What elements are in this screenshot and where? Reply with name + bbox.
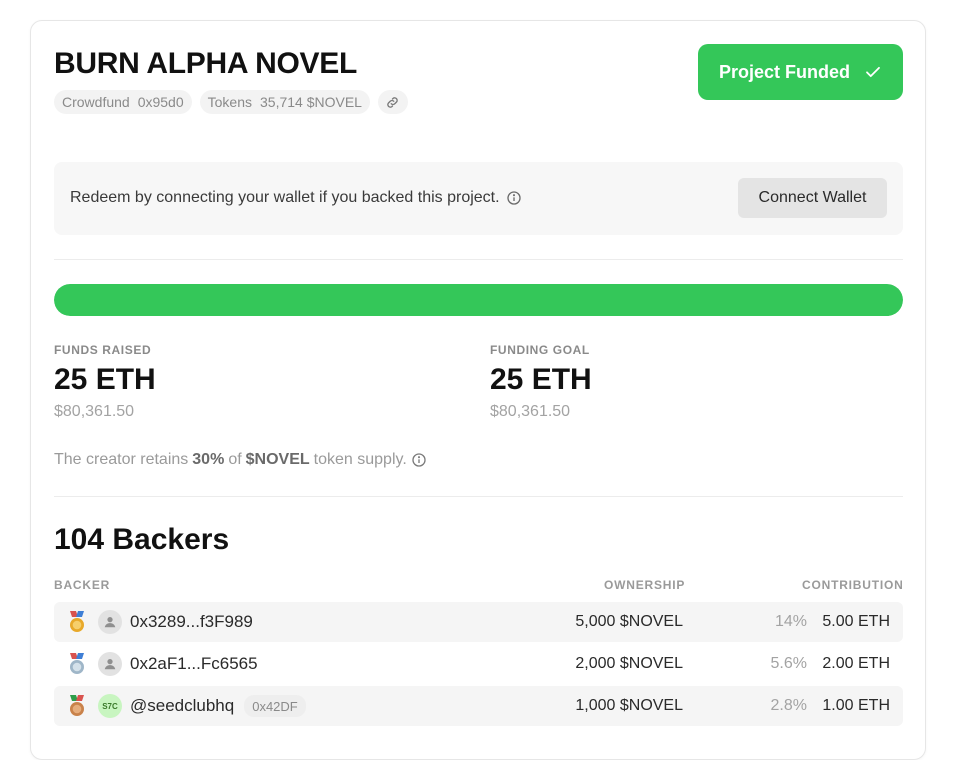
backer-column-header: BACKER xyxy=(54,578,111,592)
redeem-text: Redeem by connecting your wallet if you … xyxy=(70,189,500,206)
funding-goal-usd: $80,361.50 xyxy=(490,403,571,420)
tokens-pill[interactable]: Tokens 35,714 $NOVEL xyxy=(199,90,370,114)
project-funded-button[interactable]: Project Funded xyxy=(698,44,903,100)
retain-post: token supply. xyxy=(313,451,407,468)
project-meta: Crowdfund 0x95d0 Tokens 35,714 $NOVEL xyxy=(54,90,408,114)
tokens-label: Tokens xyxy=(207,94,252,110)
contribution-column-header: CONTRIBUTION xyxy=(802,578,904,592)
ownership-value: 2,000 $NOVEL xyxy=(575,655,683,672)
divider xyxy=(54,496,903,497)
connect-wallet-button[interactable]: Connect Wallet xyxy=(738,178,887,218)
retain-pct: 30% xyxy=(192,451,225,468)
retain-pre: The creator retains xyxy=(54,451,189,468)
project-title: BURN ALPHA NOVEL xyxy=(54,47,357,80)
user-icon xyxy=(104,659,116,670)
crowdfund-label: Crowdfund xyxy=(62,94,130,110)
creator-retain-note: The creator retains 30% of $NOVEL token … xyxy=(54,451,427,469)
backer-name[interactable]: @seedclubhq xyxy=(130,696,234,716)
funding-progress-fill xyxy=(54,284,903,316)
crowdfund-pill[interactable]: Crowdfund 0x95d0 xyxy=(54,90,192,114)
redeem-panel: Redeem by connecting your wallet if you … xyxy=(54,162,903,235)
info-icon[interactable] xyxy=(506,190,522,206)
funds-raised-label: FUNDS RAISED xyxy=(54,343,152,357)
ownership-percent: 14% xyxy=(774,613,807,630)
crowdfund-address: 0x95d0 xyxy=(137,94,184,110)
backer-row[interactable]: 0x3289...f3F989 5,000 $NOVEL 14% 5.00 ET… xyxy=(54,602,903,642)
contribution-value: 2.00 ETH xyxy=(822,655,890,672)
bronze-medal-icon xyxy=(70,695,84,716)
divider xyxy=(54,259,903,260)
link-icon xyxy=(387,96,399,108)
silver-medal-icon xyxy=(70,653,84,674)
backer-name[interactable]: 0x2aF1...Fc6565 xyxy=(130,654,258,674)
contribution-value: 5.00 ETH xyxy=(822,613,890,630)
address-tag[interactable]: 0x42DF xyxy=(244,695,306,717)
avatar-initials: S7C xyxy=(102,701,118,711)
ownership-value: 5,000 $NOVEL xyxy=(575,613,683,630)
tokens-value: 35,714 $NOVEL xyxy=(260,94,362,110)
funding-progress-bar xyxy=(54,284,903,316)
funding-goal-stat: FUNDING GOAL 25 ETH $80,361.50 xyxy=(490,343,592,421)
backer-row[interactable]: S7C @seedclubhq 0x42DF 1,000 $NOVEL 2.8%… xyxy=(54,686,903,726)
project-card: BURN ALPHA NOVEL Crowdfund 0x95d0 Tokens… xyxy=(30,20,926,760)
retain-mid: of xyxy=(228,451,242,468)
ownership-column-header: OWNERSHIP xyxy=(604,578,686,592)
funding-goal-value: 25 ETH xyxy=(490,363,592,396)
backers-title: 104 Backers xyxy=(54,523,230,556)
funds-raised-usd: $80,361.50 xyxy=(54,403,135,420)
avatar[interactable] xyxy=(98,652,122,676)
backer-row[interactable]: 0x2aF1...Fc6565 2,000 $NOVEL 5.6% 2.00 E… xyxy=(54,644,903,684)
contribution-value: 1.00 ETH xyxy=(822,697,890,714)
retain-token: $NOVEL xyxy=(245,451,310,468)
info-icon[interactable] xyxy=(411,452,427,468)
gold-medal-icon xyxy=(70,611,84,632)
ownership-percent: 5.6% xyxy=(770,655,807,672)
project-funded-label: Project Funded xyxy=(718,61,850,82)
backer-name[interactable]: 0x3289...f3F989 xyxy=(130,612,253,632)
avatar[interactable] xyxy=(98,610,122,634)
link-button[interactable] xyxy=(377,90,408,114)
user-icon xyxy=(104,617,116,628)
avatar[interactable]: S7C xyxy=(98,694,122,718)
ownership-value: 1,000 $NOVEL xyxy=(575,697,683,714)
funds-raised-value: 25 ETH xyxy=(54,363,156,396)
check-icon xyxy=(866,66,880,78)
funds-raised-stat: FUNDS RAISED 25 ETH $80,361.50 xyxy=(54,343,156,421)
funding-goal-label: FUNDING GOAL xyxy=(490,343,590,357)
ownership-percent: 2.8% xyxy=(770,697,807,714)
